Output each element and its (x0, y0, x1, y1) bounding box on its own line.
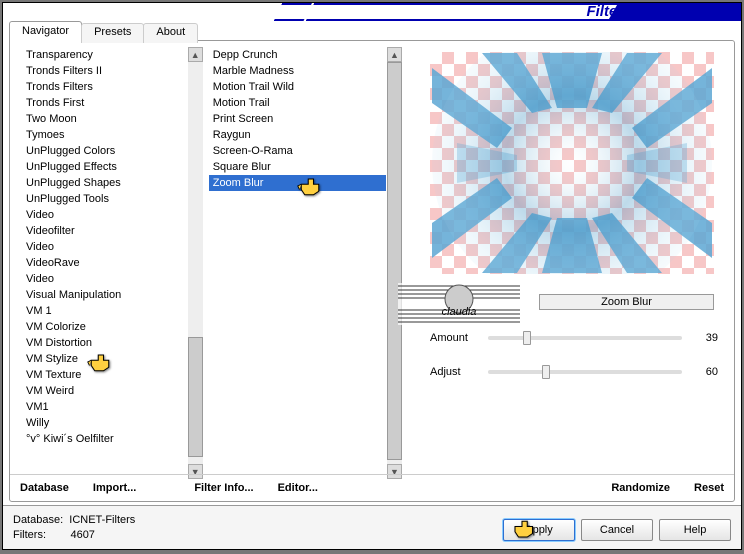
filter-item[interactable]: Zoom Blur (209, 175, 386, 191)
filter-item[interactable]: Motion Trail (209, 95, 386, 111)
category-item[interactable]: VM Stylize (22, 351, 187, 367)
category-item[interactable]: UnPlugged Effects (22, 159, 187, 175)
param-slider[interactable] (488, 336, 682, 340)
filter-info-button[interactable]: Filter Info... (194, 482, 253, 494)
tab-presets[interactable]: Presets (81, 23, 144, 43)
category-item[interactable]: VM1 (22, 399, 187, 415)
category-item[interactable]: VM Weird (22, 383, 187, 399)
category-item[interactable]: Videofilter (22, 223, 187, 239)
category-item[interactable]: VideoRave (22, 255, 187, 271)
category-item[interactable]: Tronds Filters (22, 79, 187, 95)
filter-item[interactable]: Motion Trail Wild (209, 79, 386, 95)
help-button[interactable]: Help (659, 519, 731, 541)
filters-count: 4607 (70, 529, 94, 541)
toolbar-row: Database Import... Filter Info... Editor… (10, 474, 734, 501)
category-item[interactable]: VM Distortion (22, 335, 187, 351)
randomize-button[interactable]: Randomize (611, 482, 670, 494)
editor-button[interactable]: Editor... (278, 482, 318, 494)
tab-about[interactable]: About (143, 23, 198, 43)
param-row: Amount 39 (430, 332, 718, 344)
param-value: 60 (688, 366, 718, 378)
category-item[interactable]: UnPlugged Shapes (22, 175, 187, 191)
param-row: Adjust 60 (430, 366, 718, 378)
category-item[interactable]: Willy (22, 415, 187, 431)
category-item[interactable]: VM 1 (22, 303, 187, 319)
filter-item[interactable]: Print Screen (209, 111, 386, 127)
main-window: Filters Unlimited 2.0 Navigator Presets … (2, 2, 742, 550)
filter-item[interactable]: Raygun (209, 127, 386, 143)
slider-thumb[interactable] (542, 365, 550, 379)
preview-effect (430, 52, 714, 274)
filter-item[interactable]: Screen-O-Rama (209, 143, 386, 159)
category-item[interactable]: °v° Kiwi´s Oelfilter (22, 431, 187, 447)
tab-bar: Navigator Presets About (9, 21, 197, 41)
filter-name-label: Zoom Blur (539, 294, 714, 310)
db-label: Database: (13, 514, 63, 526)
scroll-up-icon[interactable]: ▲ (387, 47, 402, 62)
titlebar: Filters Unlimited 2.0 (3, 3, 741, 21)
category-item[interactable]: UnPlugged Tools (22, 191, 187, 207)
category-item[interactable]: Tronds First (22, 95, 187, 111)
tab-navigator[interactable]: Navigator (9, 21, 82, 41)
filter-list: Depp CrunchMarble MadnessMotion Trail Wi… (203, 47, 402, 489)
preview-area: Zoom Blur Amount 39 Adjust 60 (402, 47, 728, 489)
database-button[interactable]: Database (20, 482, 69, 494)
filters-label: Filters: (13, 529, 46, 541)
category-list: TransparencyTronds Filters IITronds Filt… (16, 47, 203, 489)
cancel-button[interactable]: Cancel (581, 519, 653, 541)
filter-item[interactable]: Square Blur (209, 159, 386, 175)
param-label: Adjust (430, 366, 482, 378)
filter-scrollbar[interactable]: ▲ ▼ (387, 47, 402, 479)
param-label: Amount (430, 332, 482, 344)
category-item[interactable]: Visual Manipulation (22, 287, 187, 303)
category-item[interactable]: VM Texture (22, 367, 187, 383)
category-item[interactable]: Two Moon (22, 111, 187, 127)
status-text: Database: ICNET-Filters Filters: 4607 (13, 513, 135, 543)
reset-button[interactable]: Reset (694, 482, 724, 494)
app-title: Filters Unlimited 2.0 (586, 3, 729, 20)
category-item[interactable]: VM Colorize (22, 319, 187, 335)
scroll-thumb[interactable] (387, 62, 402, 460)
filter-item[interactable]: Depp Crunch (209, 47, 386, 63)
scroll-thumb[interactable] (188, 337, 203, 457)
category-item[interactable]: Transparency (22, 47, 187, 63)
param-slider[interactable] (488, 370, 682, 374)
category-item[interactable]: Video (22, 207, 187, 223)
watermark: claudia (398, 283, 520, 325)
scroll-up-icon[interactable]: ▲ (188, 47, 203, 62)
category-item[interactable]: Tronds Filters II (22, 63, 187, 79)
filter-item[interactable]: Marble Madness (209, 63, 386, 79)
param-value: 39 (688, 332, 718, 344)
tab-panel: TransparencyTronds Filters IITronds Filt… (9, 40, 735, 502)
svg-text:claudia: claudia (442, 306, 477, 318)
import-button[interactable]: Import... (93, 482, 136, 494)
category-item[interactable]: Video (22, 271, 187, 287)
slider-thumb[interactable] (523, 331, 531, 345)
category-scrollbar[interactable]: ▲ ▼ (188, 47, 203, 479)
db-value: ICNET-Filters (69, 514, 135, 526)
status-bar: Database: ICNET-Filters Filters: 4607 Ap… (3, 505, 741, 549)
apply-button[interactable]: Apply (503, 519, 575, 541)
preview-image (430, 52, 714, 274)
category-item[interactable]: UnPlugged Colors (22, 143, 187, 159)
category-item[interactable]: Video (22, 239, 187, 255)
category-item[interactable]: Tymoes (22, 127, 187, 143)
